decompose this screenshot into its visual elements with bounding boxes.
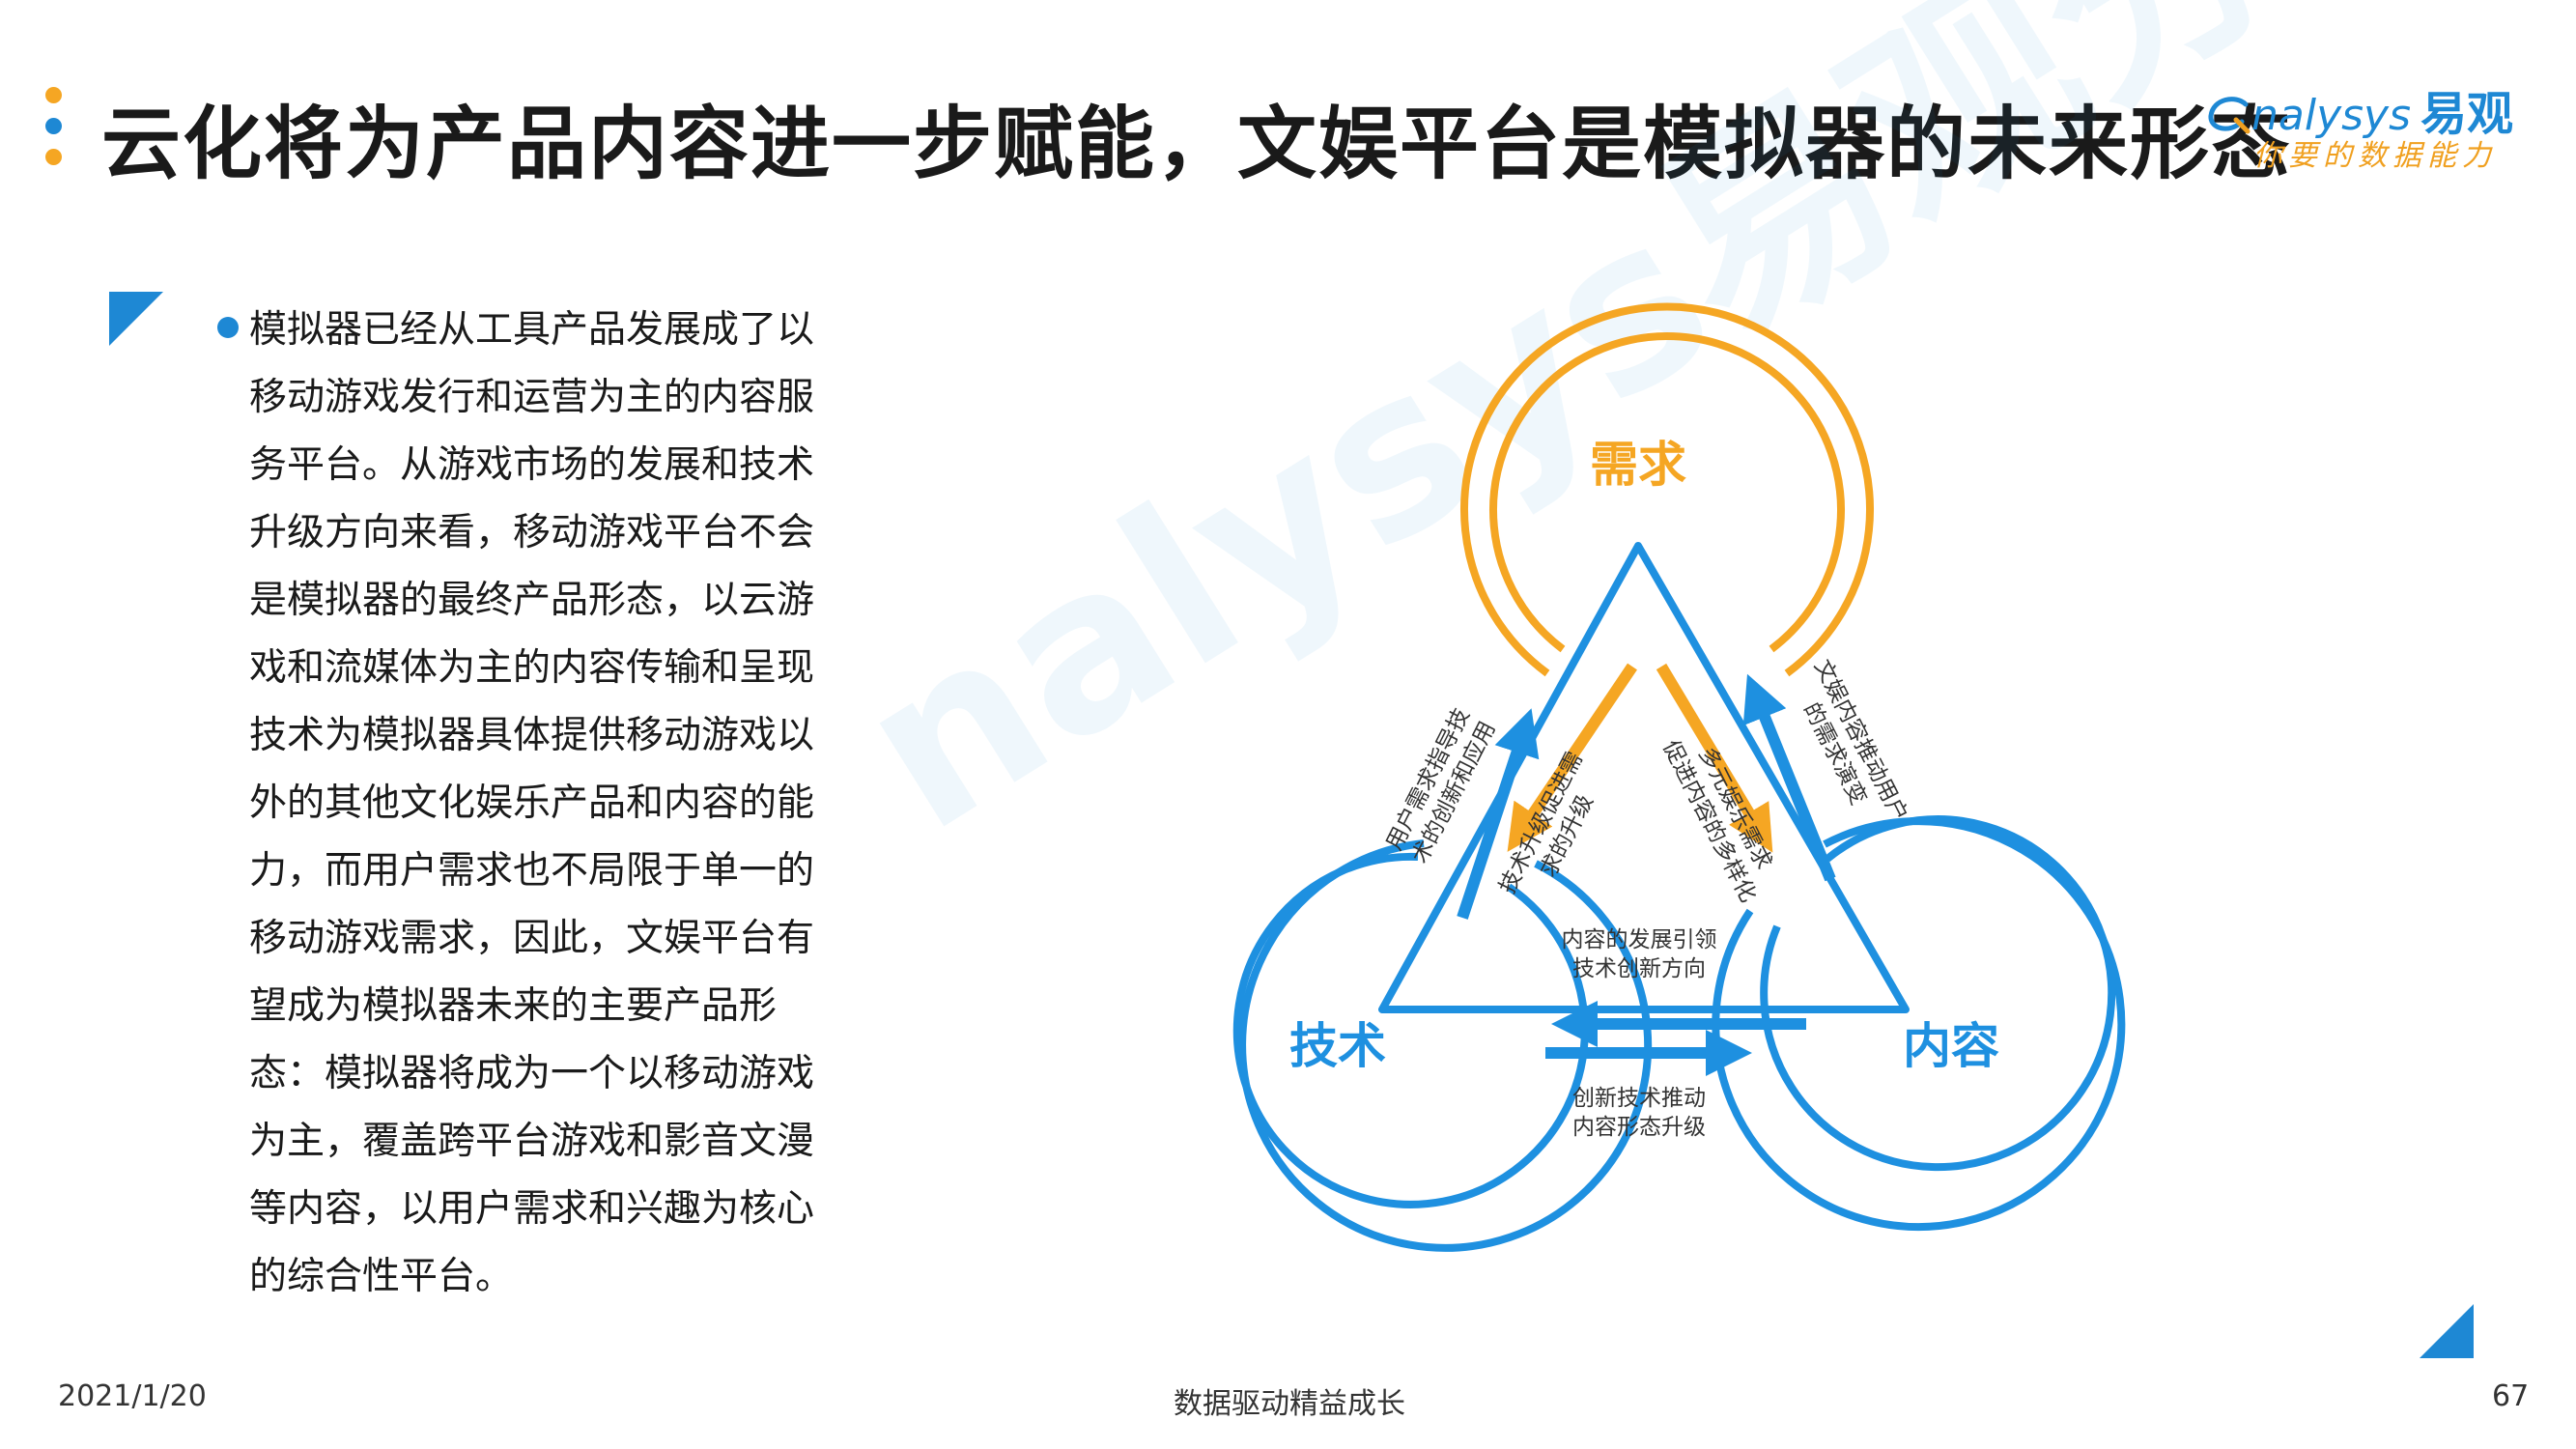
title-dots (45, 87, 67, 180)
label-content-to-tech-line1: 内容的发展引领 (1562, 927, 1717, 952)
label-tech-to-content-line2: 内容形态升级 (1572, 1115, 1706, 1140)
footer-page-number: 67 (2492, 1379, 2530, 1413)
node-tech: 技术 (1289, 1018, 1386, 1074)
body-paragraph: 模拟器已经从工具产品发展成了以移动游戏发行和运营为主的内容服务平台。从游戏市场的… (249, 308, 815, 1298)
label-tech-to-content-line1: 创新技术推动 (1572, 1086, 1706, 1111)
corner-triangle-br-icon (2420, 1304, 2474, 1358)
footer-date: 2021/1/20 (58, 1379, 207, 1413)
footer-slogan: 数据驱动精益成长 (1174, 1387, 1405, 1421)
title-dot-1 (45, 87, 62, 103)
cycle-diagram: 需求 技术 内容 用户需求指导技 术的创新和应用 技术升级促进需 求的升级 多元… (1232, 302, 2126, 1252)
bullet-dot (217, 317, 239, 338)
corner-triangle-icon (109, 292, 163, 346)
logo-slogan: 你要的数据能力 (2253, 139, 2497, 173)
logo-swoosh-icon (2208, 97, 2250, 134)
title-dot-2 (45, 118, 62, 134)
title-dot-3 (45, 149, 62, 165)
analysys-logo: nalysys 易观 你要的数据能力 (2207, 75, 2526, 173)
node-content: 内容 (1903, 1018, 1999, 1074)
node-demand: 需求 (1590, 437, 1686, 493)
page-title: 云化将为产品内容进一步赋能，文娱平台是模拟器的未来形态 (101, 99, 2293, 190)
label-content-to-tech-line2: 技术创新方向 (1572, 956, 1706, 981)
